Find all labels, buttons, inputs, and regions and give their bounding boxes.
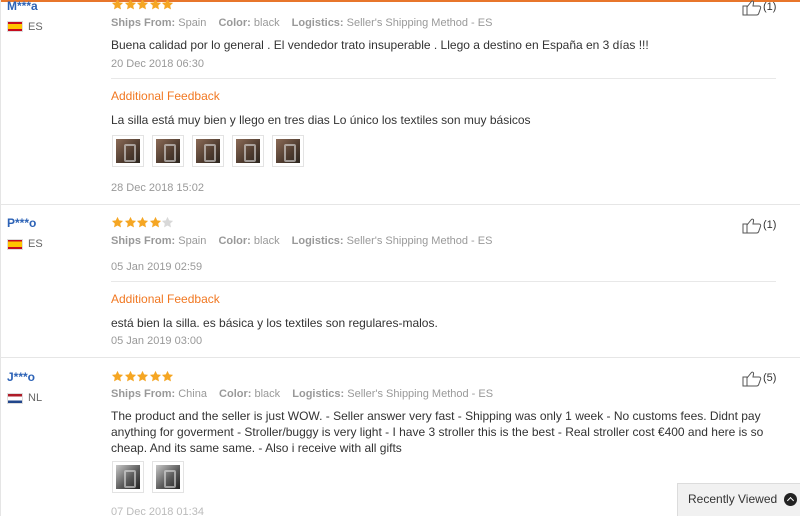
review-photo-thumbnail[interactable] <box>112 135 144 167</box>
thumbs-up-icon <box>742 0 762 16</box>
star-filled-icon <box>111 0 124 10</box>
spain-flag-icon <box>7 239 23 250</box>
star-filled-icon <box>136 370 149 382</box>
review-date: 05 Jan 2019 02:59 <box>111 261 203 273</box>
color-value: black <box>253 17 280 29</box>
ships-from-value: China <box>178 388 207 400</box>
review-photo-thumbnail[interactable] <box>192 135 224 167</box>
review-separator <box>0 357 800 358</box>
review-separator <box>0 204 800 205</box>
color-label: Color: <box>219 388 252 400</box>
color-label: Color: <box>218 17 251 29</box>
helpful-button[interactable]: (1) <box>742 0 790 16</box>
order-info: Ships From: Spain Color: black Logistics… <box>111 17 501 29</box>
buyer-country: ES <box>28 21 43 33</box>
star-filled-icon <box>149 370 161 382</box>
review-photo-thumbnail[interactable] <box>232 135 264 167</box>
star-filled-icon <box>149 0 161 10</box>
logistics-value: Seller's Shipping Method - ES <box>346 235 493 247</box>
helpful-count: (1) <box>763 219 777 231</box>
logistics-value: Seller's Shipping Method - ES <box>346 17 493 29</box>
chevron-up-circle-icon <box>784 493 797 506</box>
divider <box>111 78 776 79</box>
review-date: 07 Dec 2018 01:34 <box>111 506 204 518</box>
buyer-country: NL <box>28 392 43 404</box>
thumbs-up-icon <box>742 218 762 234</box>
review-photo-thumbnail[interactable] <box>152 135 184 167</box>
additional-feedback-date: 28 Dec 2018 15:02 <box>111 182 204 194</box>
logistics-label: Logistics: <box>291 17 344 29</box>
helpful-count: (5) <box>763 372 777 384</box>
star-filled-icon <box>111 216 124 228</box>
review-photo-thumbnail[interactable] <box>152 461 184 493</box>
helpful-button[interactable]: (5) <box>742 371 790 387</box>
star-filled-icon <box>136 0 149 10</box>
ships-from-value: Spain <box>178 17 207 29</box>
review-text: Buena calidad por lo general . El vended… <box>111 38 649 52</box>
recently-viewed-label: Recently Viewed <box>688 492 778 506</box>
logistics-value: Seller's Shipping Method - ES <box>347 388 494 400</box>
order-info: Ships From: China Color: black Logistics… <box>111 388 502 400</box>
additional-feedback-text: La silla está muy bien y llego en tres d… <box>111 113 531 127</box>
star-filled-icon <box>161 0 174 10</box>
spain-flag-icon <box>7 21 23 32</box>
star-filled-icon <box>149 216 161 228</box>
review-text: The product and the seller is just WOW. … <box>111 409 764 455</box>
star-filled-icon <box>124 370 136 382</box>
left-border <box>0 0 1 516</box>
additional-feedback-title: Additional Feedback <box>111 292 220 306</box>
logistics-label: Logistics: <box>291 235 344 247</box>
color-value: black <box>254 388 281 400</box>
review-photo-thumbnail[interactable] <box>112 461 144 493</box>
color-label: Color: <box>218 235 251 247</box>
divider <box>111 281 776 282</box>
netherlands-flag-icon <box>7 393 23 404</box>
thumbs-up-icon <box>742 371 762 387</box>
ships-from-label: Ships From: <box>111 388 176 400</box>
buyer-name[interactable]: J***o <box>7 370 35 384</box>
additional-feedback-text: está bien la silla. es básica y los text… <box>111 316 438 330</box>
star-filled-icon <box>161 370 174 382</box>
buyer-name[interactable]: P***o <box>7 216 36 230</box>
buyer-country: ES <box>28 238 43 250</box>
additional-feedback-title: Additional Feedback <box>111 89 220 103</box>
star-empty-icon <box>161 216 174 228</box>
star-filled-icon <box>124 216 136 228</box>
star-filled-icon <box>111 370 124 382</box>
recently-viewed-button[interactable]: Recently Viewed <box>677 483 800 516</box>
review-photo-thumbnail[interactable] <box>272 135 304 167</box>
color-value: black <box>253 235 280 247</box>
ships-from-label: Ships From: <box>111 17 176 29</box>
logistics-label: Logistics: <box>292 388 345 400</box>
review-date: 20 Dec 2018 06:30 <box>111 58 204 70</box>
buyer-name[interactable]: M***a <box>7 0 38 13</box>
order-info: Ships From: Spain Color: black Logistics… <box>111 235 501 247</box>
additional-feedback-date: 05 Jan 2019 03:00 <box>111 335 203 347</box>
ships-from-label: Ships From: <box>111 235 176 247</box>
helpful-button[interactable]: (1) <box>742 218 790 234</box>
star-filled-icon <box>124 0 136 10</box>
ships-from-value: Spain <box>178 235 207 247</box>
star-filled-icon <box>136 216 149 228</box>
helpful-count: (1) <box>763 1 777 13</box>
